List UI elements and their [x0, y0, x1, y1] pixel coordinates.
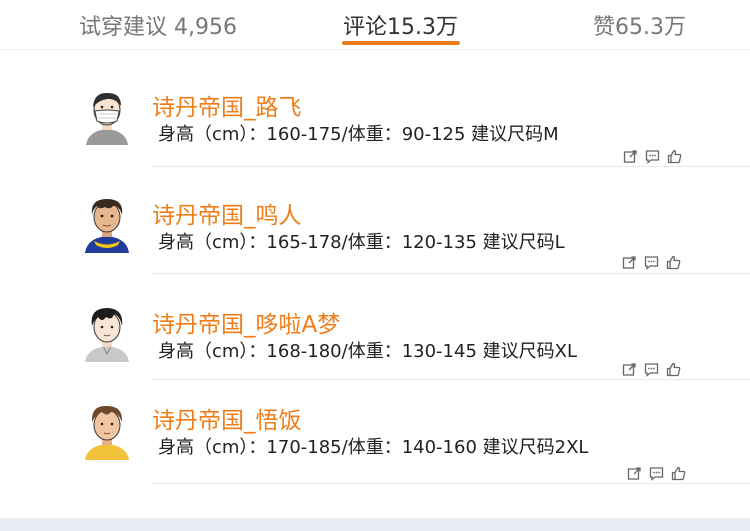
comment-actions: [627, 466, 686, 481]
thumbs-up-icon[interactable]: [666, 362, 681, 377]
share-icon[interactable]: [622, 255, 637, 270]
comment-size-spec: 身高（cm）：168-180/体重：130-145 建议尺码XL: [158, 341, 577, 362]
comment-size-spec: 身高（cm）：165-178/体重：120-135 建议尺码L: [158, 232, 565, 253]
comment-actions: [622, 255, 681, 270]
comment-icon[interactable]: [645, 149, 660, 164]
tab-fitting-advice[interactable]: 试穿建议 4,956: [79, 9, 237, 41]
comment-username[interactable]: 诗丹帝国_路飞: [152, 88, 302, 122]
bottom-bar: [0, 518, 750, 531]
avatar[interactable]: [82, 87, 132, 145]
row-divider: [152, 166, 750, 167]
comment-username[interactable]: 诗丹帝国_哆啦A梦: [152, 305, 340, 339]
avatar[interactable]: [82, 402, 132, 460]
tab-bar: 试穿建议 4,956 评论15.3万 赞65.3万: [0, 0, 750, 50]
row-divider: [152, 483, 750, 484]
comment-actions: [623, 149, 682, 164]
comment-icon[interactable]: [644, 362, 659, 377]
thumbs-up-icon[interactable]: [671, 466, 686, 481]
comment-actions: [622, 362, 681, 377]
comment-icon[interactable]: [649, 466, 664, 481]
share-icon[interactable]: [623, 149, 638, 164]
tab-likes[interactable]: 赞65.3万: [593, 9, 686, 41]
tab-comments[interactable]: 评论15.3万: [343, 9, 458, 41]
row-divider: [152, 273, 750, 274]
avatar[interactable]: [82, 195, 132, 253]
comments-page: 试穿建议 4,956 评论15.3万 赞65.3万 诗丹帝国_路飞 身高（cm）…: [0, 0, 750, 531]
active-tab-indicator: [342, 41, 460, 45]
row-divider: [152, 379, 750, 380]
comment-size-spec: 身高（cm）：170-185/体重：140-160 建议尺码2XL: [158, 437, 589, 458]
thumbs-up-icon[interactable]: [667, 149, 682, 164]
comment-icon[interactable]: [644, 255, 659, 270]
comment-username[interactable]: 诗丹帝国_悟饭: [152, 401, 302, 435]
share-icon[interactable]: [627, 466, 642, 481]
share-icon[interactable]: [622, 362, 637, 377]
thumbs-up-icon[interactable]: [666, 255, 681, 270]
avatar[interactable]: [82, 304, 132, 362]
comment-size-spec: 身高（cm）：160-175/体重：90-125 建议尺码M: [158, 124, 559, 145]
comment-username[interactable]: 诗丹帝国_鸣人: [152, 196, 302, 230]
